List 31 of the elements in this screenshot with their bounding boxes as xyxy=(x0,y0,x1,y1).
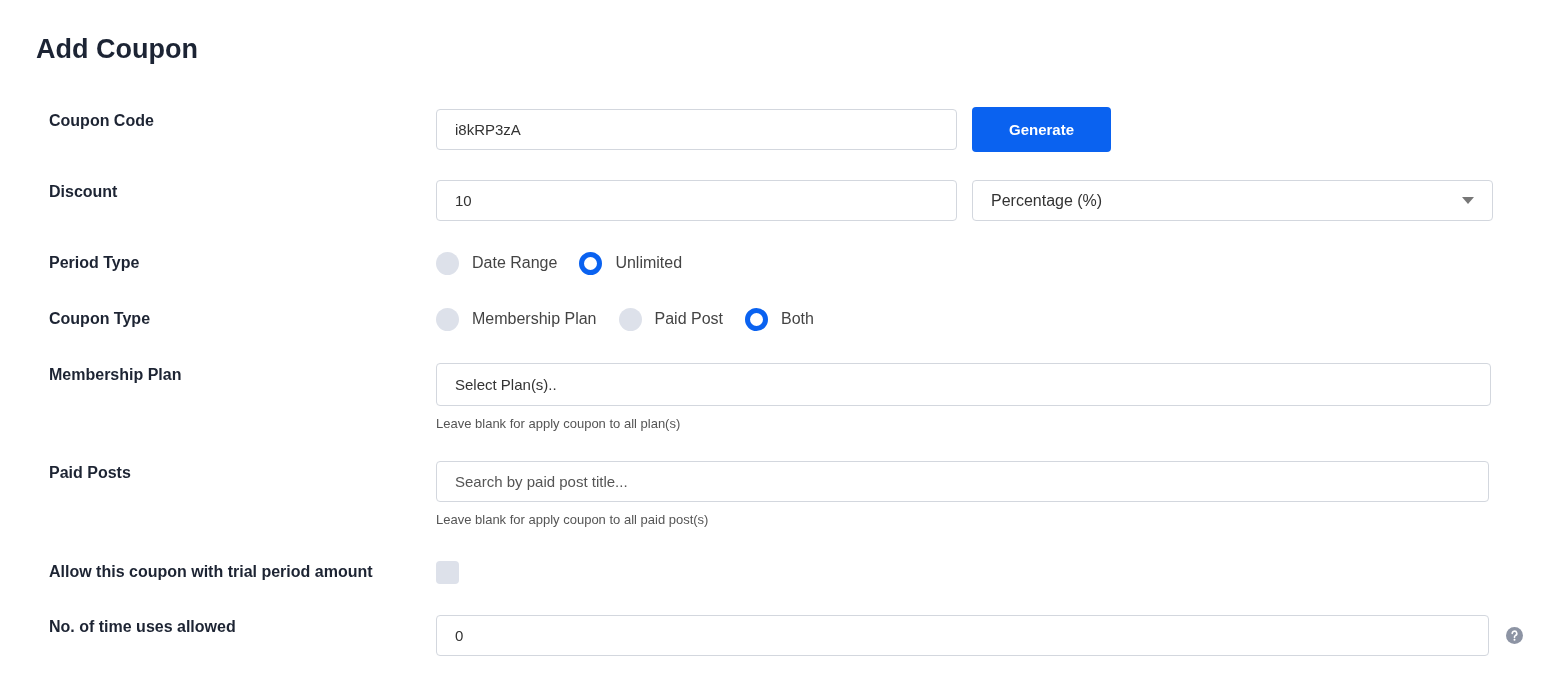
input-field[interactable]: 10 xyxy=(436,180,957,221)
field-label: Paid Posts xyxy=(49,463,132,483)
help-icon[interactable] xyxy=(1506,627,1523,644)
radio-button[interactable] xyxy=(618,307,642,331)
field-label: Discount xyxy=(49,182,119,202)
checkbox[interactable] xyxy=(436,560,459,584)
caret-icon xyxy=(1462,197,1474,204)
hint-text: Leave blank for apply coupon to all plan(s) xyxy=(436,416,682,431)
radio-option[interactable]: Membership Plan xyxy=(436,307,597,331)
radio-button[interactable] xyxy=(579,251,603,275)
field-label: Period Type xyxy=(49,253,141,273)
search-field[interactable]: Search by paid post title... xyxy=(436,461,1489,502)
radio-button[interactable] xyxy=(436,307,459,331)
generate-button[interactable]: Generate xyxy=(972,107,1111,152)
select-dropdown[interactable]: Percentage (%) xyxy=(972,180,1493,221)
radio-button[interactable] xyxy=(745,307,768,331)
radio-button[interactable] xyxy=(436,251,459,275)
plan-select-field[interactable]: Select Plan(s).. xyxy=(436,363,1491,406)
field-label: Coupon Code xyxy=(49,111,155,131)
radio-option[interactable]: Date Range xyxy=(436,251,558,275)
hint-text: Leave blank for apply coupon to all paid post(s) xyxy=(436,512,710,527)
page-title: Add Coupon xyxy=(36,34,199,65)
field-label: Membership Plan xyxy=(49,365,183,385)
field-label: Allow this coupon with trial period amount xyxy=(49,562,374,582)
input-field[interactable]: i8kRP3zA xyxy=(436,109,957,150)
radio-option[interactable]: Paid Post xyxy=(618,307,723,331)
input-field[interactable]: 0 xyxy=(436,615,1489,656)
radio-option[interactable]: Both xyxy=(745,307,814,331)
radio-option[interactable]: Unlimited xyxy=(579,251,683,275)
field-label: No. of time uses allowed xyxy=(49,617,237,637)
field-label: Coupon Type xyxy=(49,309,152,329)
